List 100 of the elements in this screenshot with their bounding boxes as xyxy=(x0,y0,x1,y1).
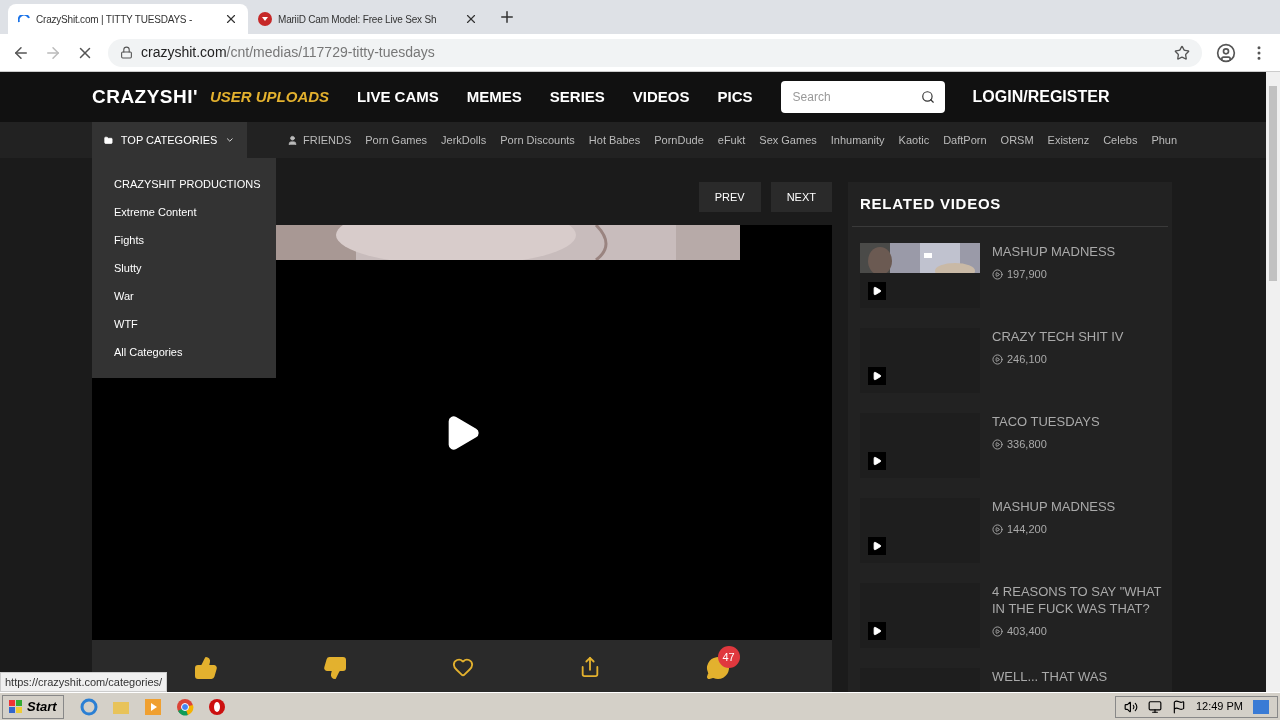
category-link[interactable]: Slutty xyxy=(114,259,276,277)
new-tab-icon[interactable] xyxy=(498,8,516,26)
play-icon xyxy=(872,371,882,381)
video-title[interactable]: CRAZY TECH SHIT IV xyxy=(992,328,1164,345)
thumbs-up-icon[interactable] xyxy=(194,656,219,680)
friend-link[interactable]: Inhumanity xyxy=(830,131,885,149)
thumbs-down-icon[interactable] xyxy=(323,656,348,680)
tab-title: CrazyShit.com | TITTY TUESDAYS - xyxy=(36,12,194,27)
top-categories-label: TOP CATEGORIES xyxy=(120,132,218,148)
friend-link[interactable]: eFukt xyxy=(717,131,746,149)
loading-spinner-icon xyxy=(18,15,30,23)
category-link[interactable]: Fights xyxy=(114,231,276,249)
video-thumbnail[interactable] xyxy=(860,498,980,563)
nav-link[interactable]: SERIES xyxy=(549,85,605,109)
view-count: 197,900 xyxy=(1007,267,1047,282)
folder-icon xyxy=(104,134,113,146)
video-thumbnail[interactable] xyxy=(860,243,980,308)
volume-icon[interactable] xyxy=(1123,699,1138,714)
video-title[interactable]: MASHUP MADNESS xyxy=(992,243,1164,260)
friend-link[interactable]: Porn Discounts xyxy=(500,131,575,149)
friend-link[interactable]: Hot Babes xyxy=(588,131,641,149)
friend-link[interactable]: Porn Games xyxy=(365,131,428,149)
close-icon[interactable] xyxy=(224,12,238,26)
views-icon xyxy=(992,625,1003,637)
scrollbar[interactable] xyxy=(1266,72,1280,692)
friend-link[interactable]: JerkDolls xyxy=(441,131,487,149)
nav-link[interactable]: LIVE CAMS xyxy=(357,85,439,109)
category-link[interactable]: War xyxy=(114,287,276,305)
address-bar[interactable]: crazyshit.com/cnt/medias/117729-titty-tuesdays xyxy=(108,38,1202,67)
bookmark-star-icon[interactable] xyxy=(1174,44,1190,61)
friend-link[interactable]: Kaotic xyxy=(898,131,930,149)
video-player[interactable] xyxy=(92,225,832,640)
search-field[interactable]: Search xyxy=(780,81,945,113)
play-button[interactable] xyxy=(868,622,886,640)
login-link[interactable]: LOGIN/REGISTER xyxy=(972,85,1110,109)
network-icon[interactable] xyxy=(1147,699,1162,714)
chrome-icon[interactable] xyxy=(175,697,194,716)
category-link[interactable]: All Categories xyxy=(114,343,276,361)
friend-link[interactable]: Existenz xyxy=(1047,131,1090,149)
view-count: 144,200 xyxy=(1007,522,1047,537)
start-button[interactable]: Start xyxy=(2,694,64,719)
site-logo-icon xyxy=(258,12,272,26)
user-uploads-link[interactable]: USER UPLOADS xyxy=(209,85,330,109)
friend-link[interactable]: Sex Games xyxy=(759,131,817,149)
heart-icon[interactable] xyxy=(452,656,474,678)
views-icon xyxy=(992,353,1003,365)
play-icon xyxy=(872,286,882,296)
prev-button[interactable]: PREV xyxy=(698,182,761,212)
friend-link[interactable]: Phun xyxy=(1151,131,1178,149)
nav-link[interactable]: MEMES xyxy=(466,85,522,109)
friend-link[interactable]: PornDude xyxy=(654,131,704,149)
nav-link[interactable]: VIDEOS xyxy=(632,85,690,109)
opera-icon[interactable] xyxy=(207,697,226,716)
status-url: https://crazyshit.com/categories/ xyxy=(0,671,168,692)
category-link[interactable]: CRAZYSHIT PRODUCTIONS xyxy=(114,175,276,193)
internet-explorer-icon[interactable] xyxy=(79,697,98,716)
video-title[interactable]: WELL... THAT WAS xyxy=(992,668,1164,685)
views-icon xyxy=(992,523,1003,535)
show-desktop-icon[interactable] xyxy=(1253,699,1269,714)
video-thumbnail[interactable] xyxy=(860,583,980,648)
url-text: crazyshit.com/cnt/medias/117729-titty-tuesdays xyxy=(141,43,435,62)
view-count: 246,100 xyxy=(1007,352,1047,367)
lock-icon xyxy=(120,46,133,59)
video-thumbnail[interactable] xyxy=(860,328,980,393)
friend-link[interactable]: ORSM xyxy=(1000,131,1034,149)
flag-icon[interactable] xyxy=(1171,699,1186,714)
video-title[interactable]: 4 REASONS TO SAY "WHAT IN THE FUCK WAS THAT? xyxy=(992,583,1164,617)
play-button[interactable] xyxy=(868,367,886,385)
windows-logo-icon xyxy=(9,699,23,714)
video-title[interactable]: TACO TUESDAYS xyxy=(992,413,1164,430)
panel-title: RELATED VIDEOS xyxy=(860,193,1002,214)
category-link[interactable]: WTF xyxy=(114,315,276,333)
play-button[interactable] xyxy=(868,452,886,470)
nav-link[interactable]: PICS xyxy=(717,85,753,109)
close-icon[interactable] xyxy=(464,12,478,26)
comment-count-badge: 47 xyxy=(717,646,740,668)
friend-link[interactable]: Celebs xyxy=(1103,131,1138,149)
site-logo[interactable]: CRAZYSHI' xyxy=(92,82,198,112)
profile-icon[interactable] xyxy=(1216,42,1236,63)
video-title[interactable]: MASHUP MADNESS xyxy=(992,498,1164,515)
user-icon xyxy=(287,134,298,146)
video-thumbnail[interactable] xyxy=(860,413,980,478)
play-button[interactable] xyxy=(868,282,886,300)
search-icon[interactable] xyxy=(920,90,935,104)
tab-title: MariiD Cam Model: Free Live Sex Sh xyxy=(278,12,438,27)
friend-link[interactable]: DaftPorn xyxy=(943,131,987,149)
view-count: 403,400 xyxy=(1007,624,1047,639)
top-categories-button[interactable]: TOP CATEGORIES xyxy=(92,122,247,158)
clock: 12:49 PM xyxy=(1195,699,1243,715)
browser-tab[interactable]: CrazyShit.com | TITTY TUESDAYS - xyxy=(8,4,248,34)
views-icon xyxy=(992,438,1003,450)
next-button[interactable]: NEXT xyxy=(770,182,832,212)
friends-link[interactable]: FRIENDS xyxy=(303,131,352,149)
category-link[interactable]: Extreme Content xyxy=(114,203,276,221)
play-button[interactable] xyxy=(868,537,886,555)
views-icon xyxy=(992,268,1003,280)
play-icon xyxy=(872,541,882,551)
play-icon xyxy=(872,626,882,636)
view-count: 336,800 xyxy=(1007,437,1047,452)
play-icon xyxy=(872,456,882,466)
